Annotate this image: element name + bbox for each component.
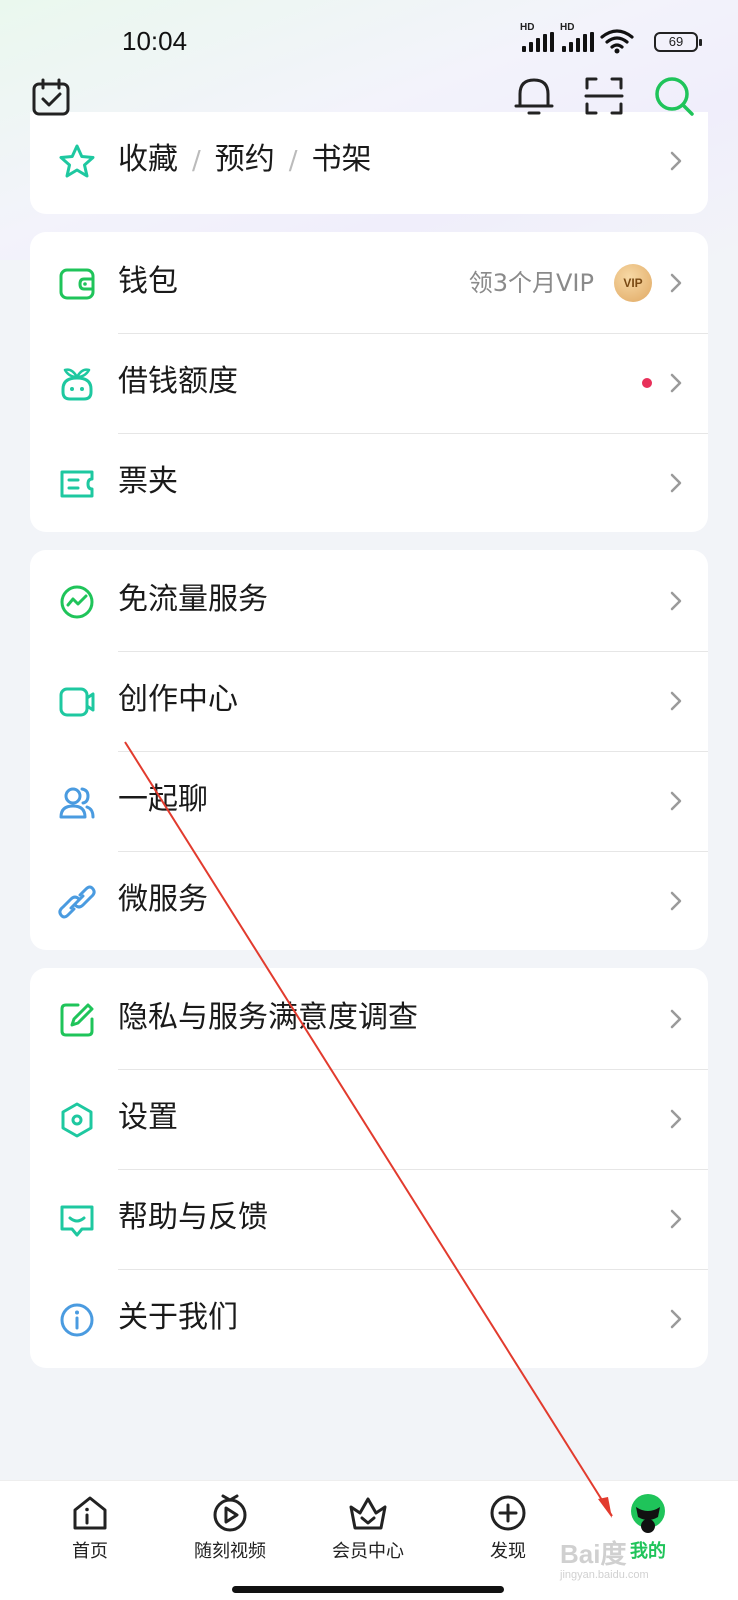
about-us-label: 关于我们 — [118, 1300, 238, 1335]
chevron-right-icon — [670, 273, 682, 293]
traffic-icon — [60, 585, 94, 619]
privacy-survey-label: 隐私与服务满意度调查 — [118, 1000, 418, 1035]
settings-row[interactable]: 设置 — [30, 1068, 708, 1170]
favorites-row[interactable]: 收藏 / 预约 / 书架 — [30, 112, 708, 214]
scan-icon[interactable] — [582, 74, 626, 118]
chevron-right-icon — [670, 1209, 682, 1229]
micro-services-label: 微服务 — [118, 882, 208, 917]
status-bar: 10:04 HD HD 69 — [0, 0, 738, 80]
home-indicator[interactable] — [232, 1586, 504, 1593]
settings-card: 隐私与服务满意度调查 设置 帮助与反馈 关于我们 — [30, 968, 708, 1368]
nav-membership-label: 会员中心 — [332, 1541, 404, 1562]
tickets-row[interactable]: 票夹 — [30, 432, 708, 534]
privacy-survey-row[interactable]: 隐私与服务满意度调查 — [30, 968, 708, 1070]
nav-home[interactable]: 首页 — [30, 1493, 150, 1563]
tickets-label: 票夹 — [118, 464, 178, 499]
people-icon — [59, 787, 95, 819]
separator: / — [288, 146, 298, 176]
star-icon — [59, 144, 95, 178]
nav-membership[interactable]: 会员中心 — [308, 1493, 428, 1563]
home-icon — [73, 1496, 107, 1530]
info-icon — [60, 1303, 94, 1337]
calendar-check-icon[interactable] — [30, 76, 74, 120]
settings-label: 设置 — [118, 1100, 178, 1135]
favorites-card: 收藏 / 预约 / 书架 — [30, 112, 708, 214]
bookshelf-link[interactable]: 书架 — [312, 142, 372, 177]
loan-limit-label: 借钱额度 — [118, 364, 238, 399]
ticket-icon — [60, 470, 94, 498]
chevron-right-icon — [670, 791, 682, 811]
micro-services-row[interactable]: 微服务 — [30, 850, 708, 952]
notification-dot — [642, 378, 652, 388]
edit-icon — [60, 1003, 94, 1037]
nav-video-label: 随刻视频 — [194, 1541, 266, 1562]
chat-together-row[interactable]: 一起聊 — [30, 750, 708, 852]
favorites-links: 收藏 / 预约 / 书架 — [118, 140, 372, 181]
sprout-face-icon — [61, 368, 93, 401]
chevron-right-icon — [670, 691, 682, 711]
reservations-link[interactable]: 预约 — [215, 142, 275, 177]
chevron-right-icon — [670, 151, 682, 171]
chat-together-label: 一起聊 — [118, 782, 208, 817]
wifi-icon — [600, 29, 634, 54]
about-us-row[interactable]: 关于我们 — [30, 1268, 708, 1370]
hexagon-settings-icon — [61, 1102, 93, 1138]
free-traffic-row[interactable]: 免流量服务 — [30, 550, 708, 652]
watermark-text: Bai度 — [560, 1539, 627, 1569]
chevron-right-icon — [670, 473, 682, 493]
free-traffic-label: 免流量服务 — [118, 582, 268, 617]
chevron-right-icon — [670, 1309, 682, 1329]
chevron-right-icon — [670, 373, 682, 393]
video-camera-icon — [59, 687, 95, 717]
help-feedback-label: 帮助与反馈 — [118, 1200, 268, 1235]
wallet-row[interactable]: 钱包 领3个月VIP VIP — [30, 232, 708, 334]
bell-icon[interactable] — [512, 74, 556, 118]
plus-circle-icon — [490, 1495, 526, 1531]
profile-avatar-icon — [631, 1494, 665, 1533]
header-toolbar — [0, 72, 738, 122]
wallet-vip-promo[interactable]: 领3个月VIP — [469, 265, 594, 301]
chevron-right-icon — [670, 1009, 682, 1029]
services-card: 免流量服务 创作中心 一起聊 微服务 — [30, 550, 708, 950]
baidu-watermark: Bai度 jingyan.baidu.com — [560, 1534, 649, 1581]
watermark-subtext: jingyan.baidu.com — [560, 1569, 649, 1581]
favorites-link[interactable]: 收藏 — [118, 142, 178, 177]
crown-basket-icon — [349, 1497, 387, 1530]
chevron-right-icon — [670, 891, 682, 911]
play-icon — [213, 1494, 247, 1532]
nav-discover-label: 发现 — [490, 1541, 526, 1562]
nav-discover[interactable]: 发现 — [448, 1493, 568, 1563]
help-feedback-row[interactable]: 帮助与反馈 — [30, 1168, 708, 1270]
creator-center-label: 创作中心 — [118, 682, 238, 717]
separator: / — [192, 146, 201, 176]
wallet-icon — [59, 268, 95, 300]
link-icon — [58, 885, 96, 919]
wallet-card: 钱包 领3个月VIP VIP 借钱额度 票夹 — [30, 232, 708, 532]
feedback-icon — [60, 1205, 94, 1237]
battery-indicator: 69 — [654, 32, 702, 52]
loan-row[interactable]: 借钱额度 — [30, 332, 708, 434]
search-icon[interactable] — [652, 74, 696, 118]
chevron-right-icon — [670, 1109, 682, 1129]
nav-video[interactable]: 随刻视频 — [170, 1493, 290, 1563]
nav-home-label: 首页 — [72, 1541, 108, 1562]
chevron-right-icon — [670, 591, 682, 611]
wallet-label: 钱包 — [118, 264, 178, 299]
creator-center-row[interactable]: 创作中心 — [30, 650, 708, 752]
status-time: 10:04 — [122, 26, 188, 56]
vip-badge-icon: VIP — [614, 264, 652, 302]
